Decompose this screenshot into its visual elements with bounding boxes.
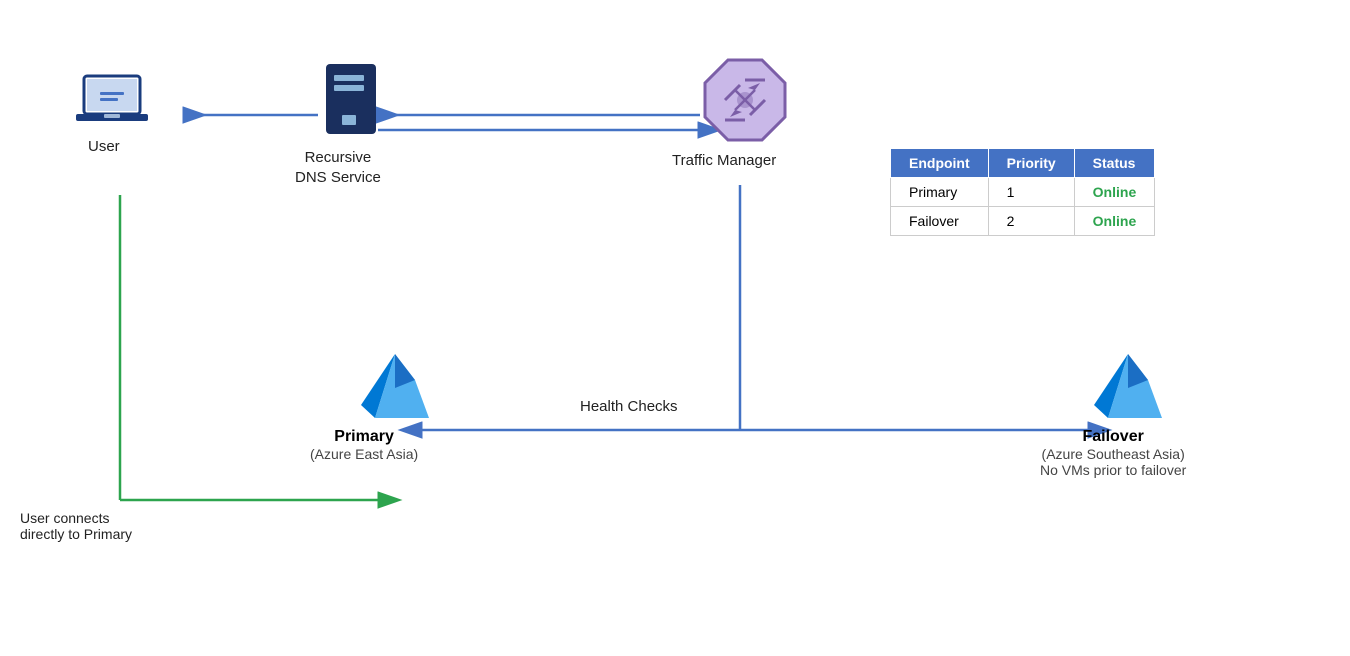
health-checks-label: Health Checks xyxy=(580,398,678,415)
table-row: Primary 1 Online xyxy=(891,178,1155,207)
connects-label: User connects directly to Primary xyxy=(20,510,132,542)
diagram-container: Traffic Manager: arrow pointing right (q… xyxy=(0,0,1350,656)
row1-priority: 1 xyxy=(988,178,1074,207)
user-label: User xyxy=(88,138,120,155)
table-header-endpoint: Endpoint xyxy=(891,149,989,178)
failover-region-label: Failover (Azure Southeast Asia) No VMs p… xyxy=(1040,428,1186,478)
row1-endpoint: Primary xyxy=(891,178,989,207)
table-header-status: Status xyxy=(1074,149,1155,178)
primary-region-label: Primary (Azure East Asia) xyxy=(310,428,418,462)
traffic-manager-label: Traffic Manager xyxy=(672,152,776,169)
table-header-priority: Priority xyxy=(988,149,1074,178)
row1-status: Online xyxy=(1074,178,1155,207)
traffic-manager-icon xyxy=(700,55,790,150)
dns-server-icon xyxy=(322,60,380,145)
dns-label: Recursive DNS Service xyxy=(295,148,381,187)
primary-azure-logo xyxy=(355,350,435,427)
row2-priority: 2 xyxy=(988,207,1074,236)
row2-endpoint: Failover xyxy=(891,207,989,236)
failover-azure-logo xyxy=(1088,350,1168,427)
table-row: Failover 2 Online xyxy=(891,207,1155,236)
row2-status: Online xyxy=(1074,207,1155,236)
arrows-layer: Traffic Manager: arrow pointing right (q… xyxy=(0,0,1350,656)
endpoint-table: Endpoint Priority Status Primary 1 Onlin… xyxy=(890,148,1155,236)
laptop-icon xyxy=(72,72,152,137)
